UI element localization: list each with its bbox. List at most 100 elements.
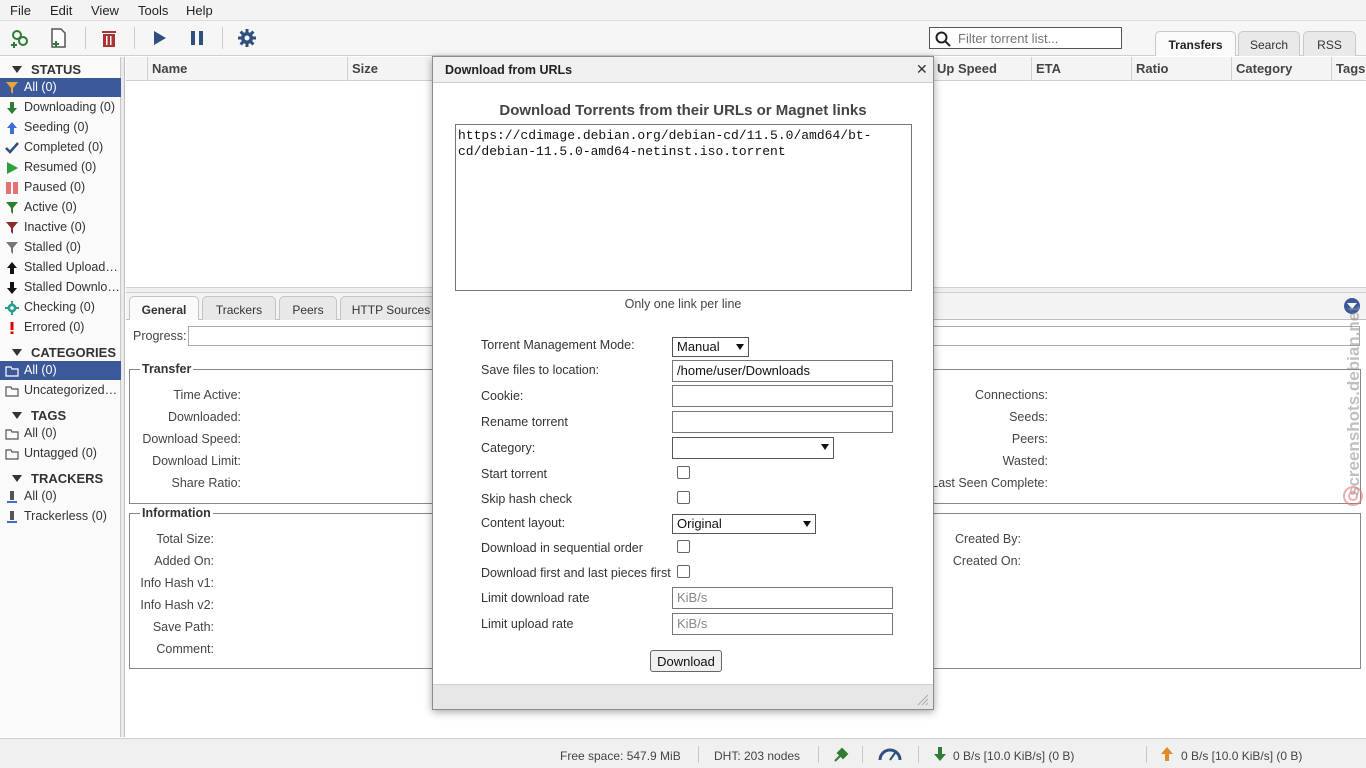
tags-section-header[interactable]: TAGS <box>0 407 121 425</box>
search-icon <box>935 31 951 50</box>
add-torrent-link-icon[interactable] <box>8 26 32 50</box>
folder-icon <box>4 426 20 442</box>
start-torrent-checkbox[interactable] <box>677 466 690 479</box>
column-size[interactable]: Size <box>347 57 437 81</box>
category-uncategorized[interactable]: Uncategorized (0) <box>0 381 121 400</box>
status-stalled-uploading[interactable]: Stalled Uploading (0) <box>0 258 121 277</box>
column-ratio[interactable]: Ratio <box>1131 57 1231 81</box>
watermark: screenshots.debian.net <box>1344 306 1363 496</box>
limit-download-input[interactable]: KiB/s <box>672 587 893 609</box>
content-layout-select[interactable]: Original <box>672 514 816 534</box>
download-button[interactable]: Download <box>650 650 722 672</box>
folder-icon <box>4 446 20 462</box>
pause-icon[interactable] <box>185 26 209 50</box>
gear-icon[interactable] <box>235 26 259 50</box>
menu-view[interactable]: View <box>91 3 119 18</box>
speed-limit-icon[interactable] <box>878 746 902 765</box>
connection-status-icon[interactable] <box>832 746 850 767</box>
label-save-path: Save Path: <box>152 620 214 634</box>
progress-label: Progress: <box>133 329 187 343</box>
trackers-section-header[interactable]: TRACKERS <box>0 470 121 488</box>
tracker-all[interactable]: All (0) <box>0 487 121 506</box>
search-input[interactable] <box>956 29 1116 47</box>
save-location-input[interactable]: /home/user/Downloads <box>672 360 893 382</box>
tab-trackers[interactable]: Trackers <box>202 296 276 320</box>
column-checkbox[interactable] <box>126 57 147 81</box>
gear-icon <box>4 300 20 316</box>
label-connections: Connections: <box>975 388 1048 402</box>
status-active[interactable]: Active (0) <box>0 198 121 217</box>
limit-upload-input[interactable]: KiB/s <box>672 613 893 635</box>
sidebar-resize-handle[interactable] <box>121 57 125 737</box>
label-download-speed: Download Speed: <box>142 432 241 446</box>
close-icon[interactable]: ✕ <box>916 61 928 78</box>
status-inactive[interactable]: Inactive (0) <box>0 218 121 237</box>
categories-section-header[interactable]: CATEGORIES <box>0 344 121 362</box>
status-downloading[interactable]: Downloading (0) <box>0 98 121 117</box>
arrow-up-icon <box>4 120 20 136</box>
toolbar-separator <box>134 27 135 49</box>
tag-untagged[interactable]: Untagged (0) <box>0 444 121 463</box>
dialog-footer <box>433 684 933 709</box>
delete-icon[interactable] <box>97 26 121 50</box>
tab-rss[interactable]: RSS <box>1303 31 1356 56</box>
urls-textarea[interactable]: https://cdimage.debian.org/debian-cd/11.… <box>455 124 912 291</box>
skip-hash-checkbox[interactable] <box>677 491 690 504</box>
add-torrent-file-icon[interactable] <box>46 26 70 50</box>
dialog-heading: Download Torrents from their URLs or Mag… <box>499 102 867 119</box>
status-separator <box>1146 746 1147 763</box>
toolbar: Transfers Search RSS <box>0 21 1366 56</box>
column-tags[interactable]: Tags <box>1331 57 1366 81</box>
chevron-down-icon <box>803 521 811 527</box>
arrow-down-icon <box>4 280 20 296</box>
category-select[interactable] <box>672 437 834 459</box>
resume-icon[interactable] <box>147 26 171 50</box>
column-eta[interactable]: ETA <box>1031 57 1131 81</box>
dialog-titlebar[interactable]: Download from URLs ✕ <box>433 57 933 83</box>
status-stalled[interactable]: Stalled (0) <box>0 238 121 257</box>
tag-all[interactable]: All (0) <box>0 424 121 443</box>
upload-speed-text: 0 B/s [10.0 KiB/s] (0 B) <box>1181 749 1303 763</box>
status-checking[interactable]: Checking (0) <box>0 298 121 317</box>
label-wasted: Wasted: <box>1002 454 1048 468</box>
sequential-checkbox[interactable] <box>677 540 690 553</box>
cookie-input[interactable] <box>672 385 893 407</box>
label-content-layout: Content layout: <box>481 516 566 530</box>
status-seeding[interactable]: Seeding (0) <box>0 118 121 137</box>
status-all[interactable]: All (0) <box>0 78 121 97</box>
tab-search[interactable]: Search <box>1238 31 1300 56</box>
tab-general[interactable]: General <box>129 296 199 320</box>
status-completed[interactable]: Completed (0) <box>0 138 121 157</box>
menu-file[interactable]: File <box>10 3 31 18</box>
column-category[interactable]: Category <box>1231 57 1331 81</box>
rename-input[interactable] <box>672 411 893 433</box>
tab-transfers[interactable]: Transfers <box>1155 31 1236 56</box>
category-all[interactable]: All (0) <box>0 361 121 380</box>
chevron-down-icon <box>821 444 829 450</box>
menu-help[interactable]: Help <box>186 3 213 18</box>
tab-peers[interactable]: Peers <box>279 296 337 320</box>
tracker-icon <box>4 489 20 505</box>
tab-http-sources[interactable]: HTTP Sources <box>340 296 442 320</box>
management-mode-select[interactable]: Manual <box>672 337 749 357</box>
resize-grip-icon[interactable] <box>917 694 929 706</box>
label-management-mode: Torrent Management Mode: <box>481 338 635 352</box>
tracker-trackerless[interactable]: Trackerless (0) <box>0 507 121 526</box>
column-up-speed[interactable]: Up Speed <box>932 57 1032 81</box>
status-paused[interactable]: Paused (0) <box>0 178 121 197</box>
label-created-on: Created On: <box>952 554 1021 568</box>
menu-tools[interactable]: Tools <box>138 3 168 18</box>
status-resumed[interactable]: Resumed (0) <box>0 158 121 177</box>
status-errored[interactable]: Errored (0) <box>0 318 121 337</box>
label-comment: Comment: <box>156 642 214 656</box>
label-cookie: Cookie: <box>481 389 524 403</box>
pause-icon <box>4 180 20 196</box>
column-name[interactable]: Name <box>147 57 347 81</box>
first-last-checkbox[interactable] <box>677 565 690 578</box>
status-section-header[interactable]: STATUS <box>0 61 121 79</box>
status-separator <box>862 746 863 763</box>
status-stalled-downloading[interactable]: Stalled Downloading (0) <box>0 278 121 297</box>
menu-edit[interactable]: Edit <box>50 3 72 18</box>
arrow-down-icon <box>4 100 20 116</box>
download-speed-icon <box>933 746 947 765</box>
